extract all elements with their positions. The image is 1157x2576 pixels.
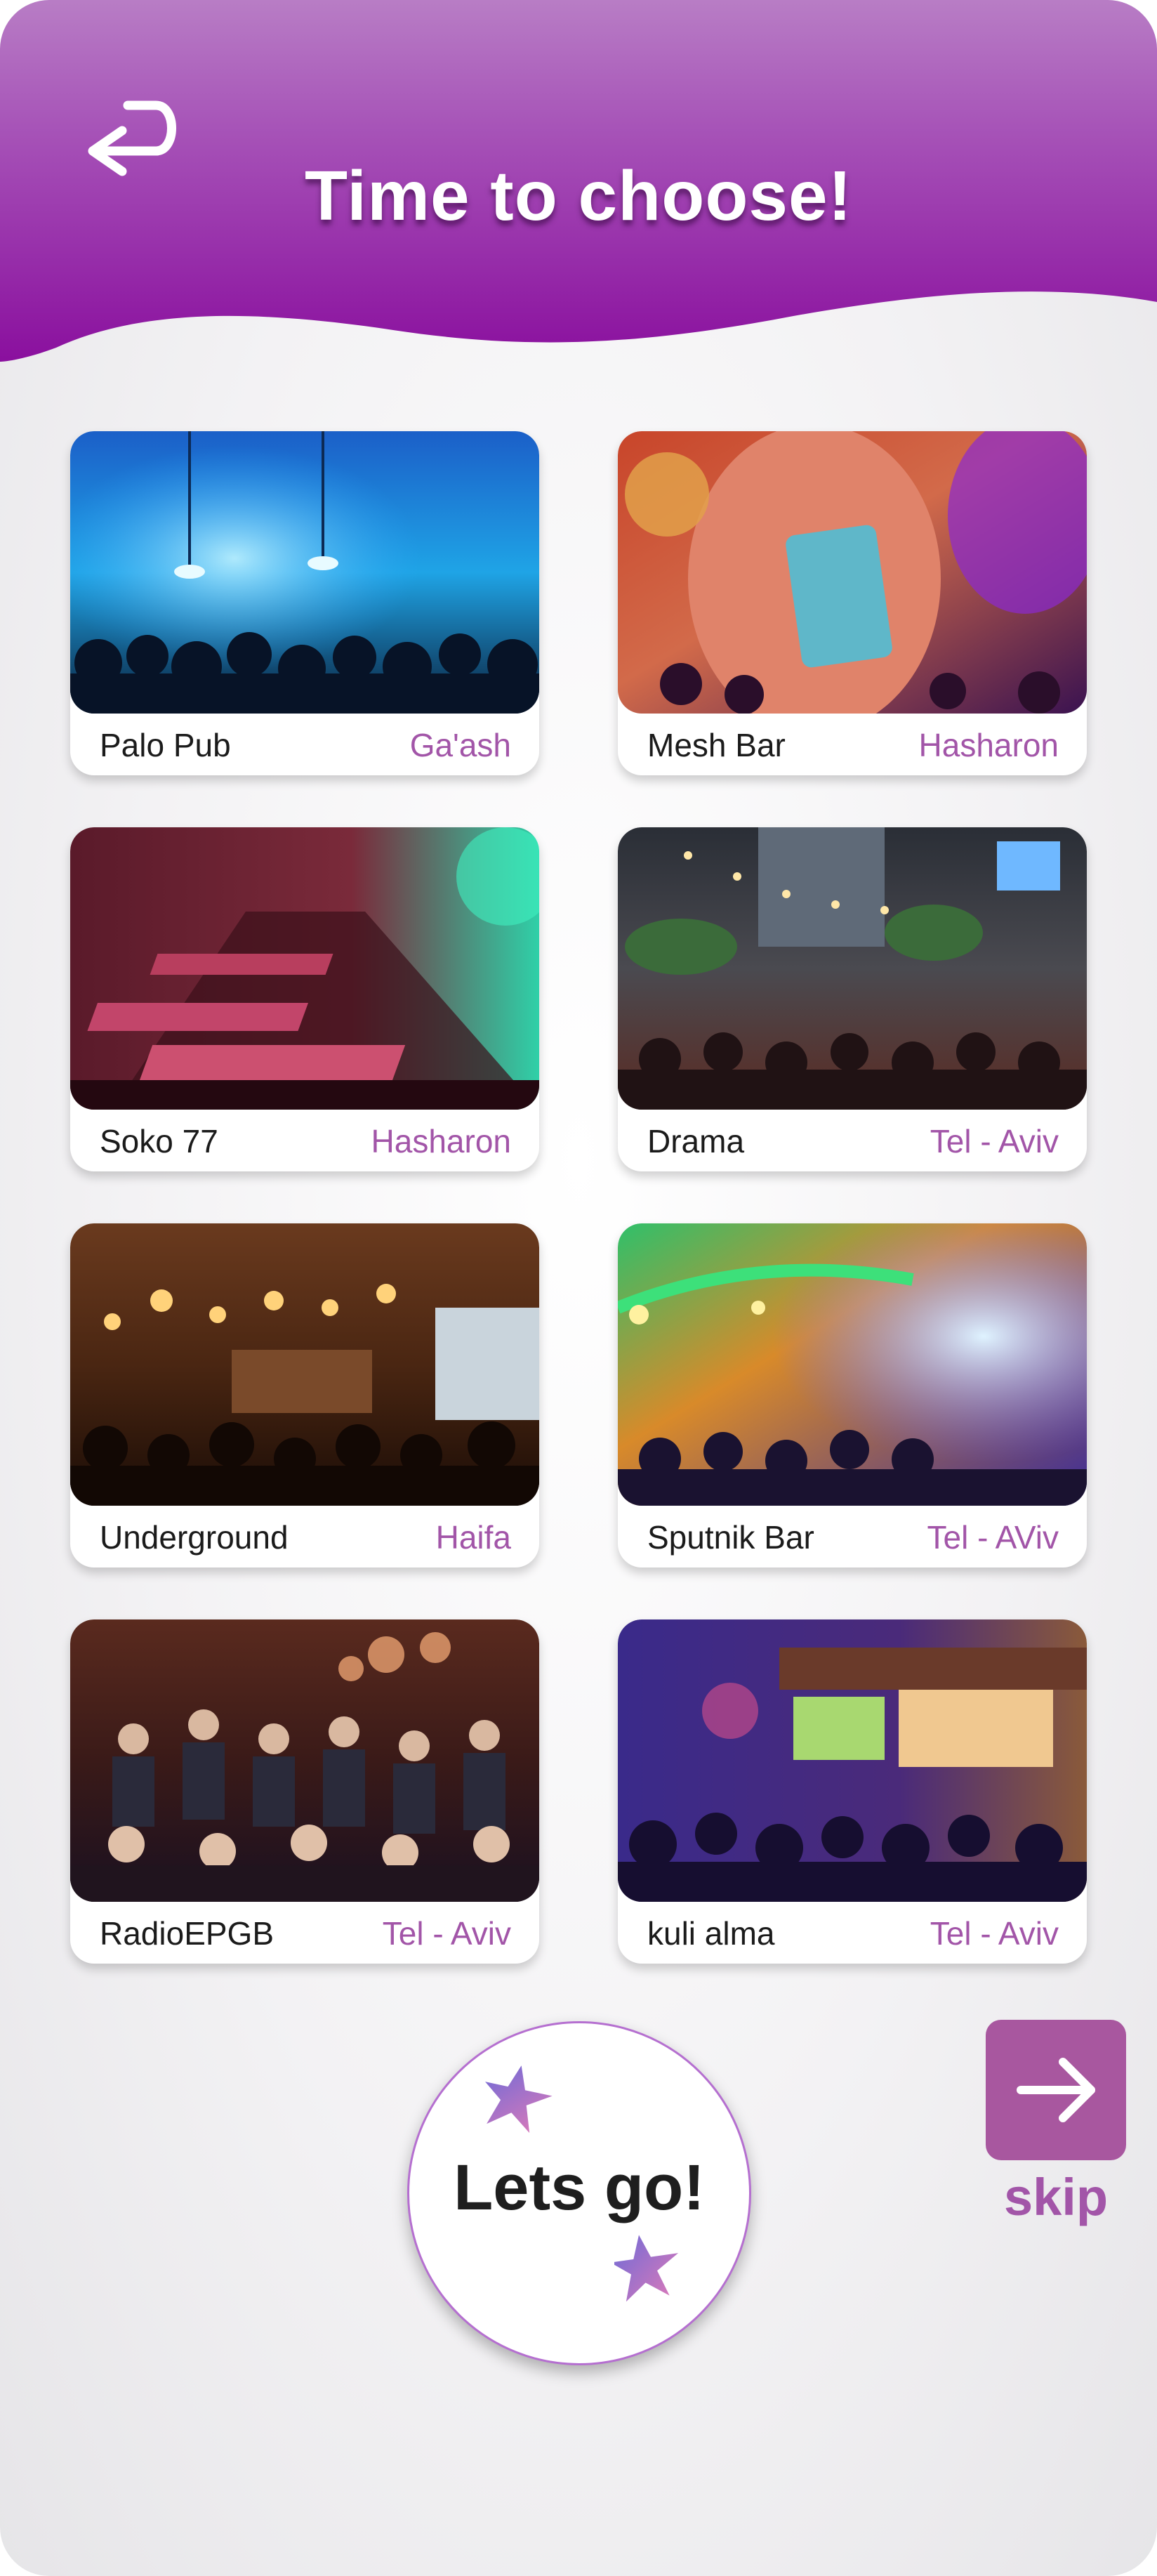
venue-city: Tel - AViv: [927, 1519, 1059, 1556]
venue-name: Drama: [647, 1123, 745, 1159]
lets-go-button[interactable]: Lets go!: [407, 2021, 751, 2365]
venue-name: Underground: [100, 1519, 289, 1556]
venue-card-sputnik-bar[interactable]: Sputnik Bar Tel - AViv: [618, 1223, 1087, 1568]
venue-photo: [618, 1619, 1087, 1902]
venue-card-kuli-alma[interactable]: kuli alma Tel - Aviv: [618, 1619, 1087, 1964]
venue-name: RadioEPGB: [100, 1915, 275, 1952]
venue-name: Soko 77: [100, 1123, 218, 1159]
venue-photo: [618, 1223, 1087, 1506]
skip-button[interactable]: [986, 2020, 1126, 2160]
choose-screen: Time to choose! Palo Pub Ga'ash Mesh Bar…: [0, 0, 1157, 2576]
arrow-right-icon: [1017, 2058, 1095, 2122]
venue-card-mesh-bar[interactable]: Mesh Bar Hasharon: [618, 431, 1087, 775]
venue-card-drama[interactable]: Drama Tel - Aviv: [618, 827, 1087, 1171]
star-icon: [614, 2235, 679, 2302]
venue-photo: [618, 827, 1087, 1110]
venue-city: Tel - Aviv: [930, 1915, 1059, 1952]
star-icon: [485, 2065, 553, 2134]
venue-photo: [70, 431, 539, 714]
venue-name: Mesh Bar: [647, 727, 786, 763]
venue-photo: [70, 1223, 539, 1506]
venue-name: Sputnik Bar: [647, 1519, 814, 1556]
venue-card-palo-pub[interactable]: Palo Pub Ga'ash: [70, 431, 539, 775]
venue-photo: [70, 1619, 539, 1902]
venue-city: Hasharon: [371, 1123, 511, 1159]
venue-city: Ga'ash: [409, 727, 511, 763]
venue-photo: [70, 827, 539, 1110]
venue-card-radioepgb[interactable]: RadioEPGB Tel - Aviv: [70, 1619, 539, 1964]
header: Time to choose!: [0, 0, 1157, 365]
venue-name: kuli alma: [647, 1915, 775, 1952]
venue-city: Tel - Aviv: [382, 1915, 511, 1952]
venue-name: Palo Pub: [100, 727, 231, 763]
page-title: Time to choose!: [305, 157, 852, 235]
lets-go-label: Lets go!: [454, 2152, 705, 2223]
skip-label[interactable]: skip: [986, 2167, 1126, 2227]
venue-city: Tel - Aviv: [930, 1123, 1059, 1159]
venue-city: Haifa: [435, 1519, 511, 1556]
venue-photo: [618, 431, 1087, 714]
venue-card-underground[interactable]: Underground Haifa: [70, 1223, 539, 1568]
venue-card-soko-77[interactable]: Soko 77 Hasharon: [70, 827, 539, 1171]
venue-city: Hasharon: [918, 727, 1059, 763]
